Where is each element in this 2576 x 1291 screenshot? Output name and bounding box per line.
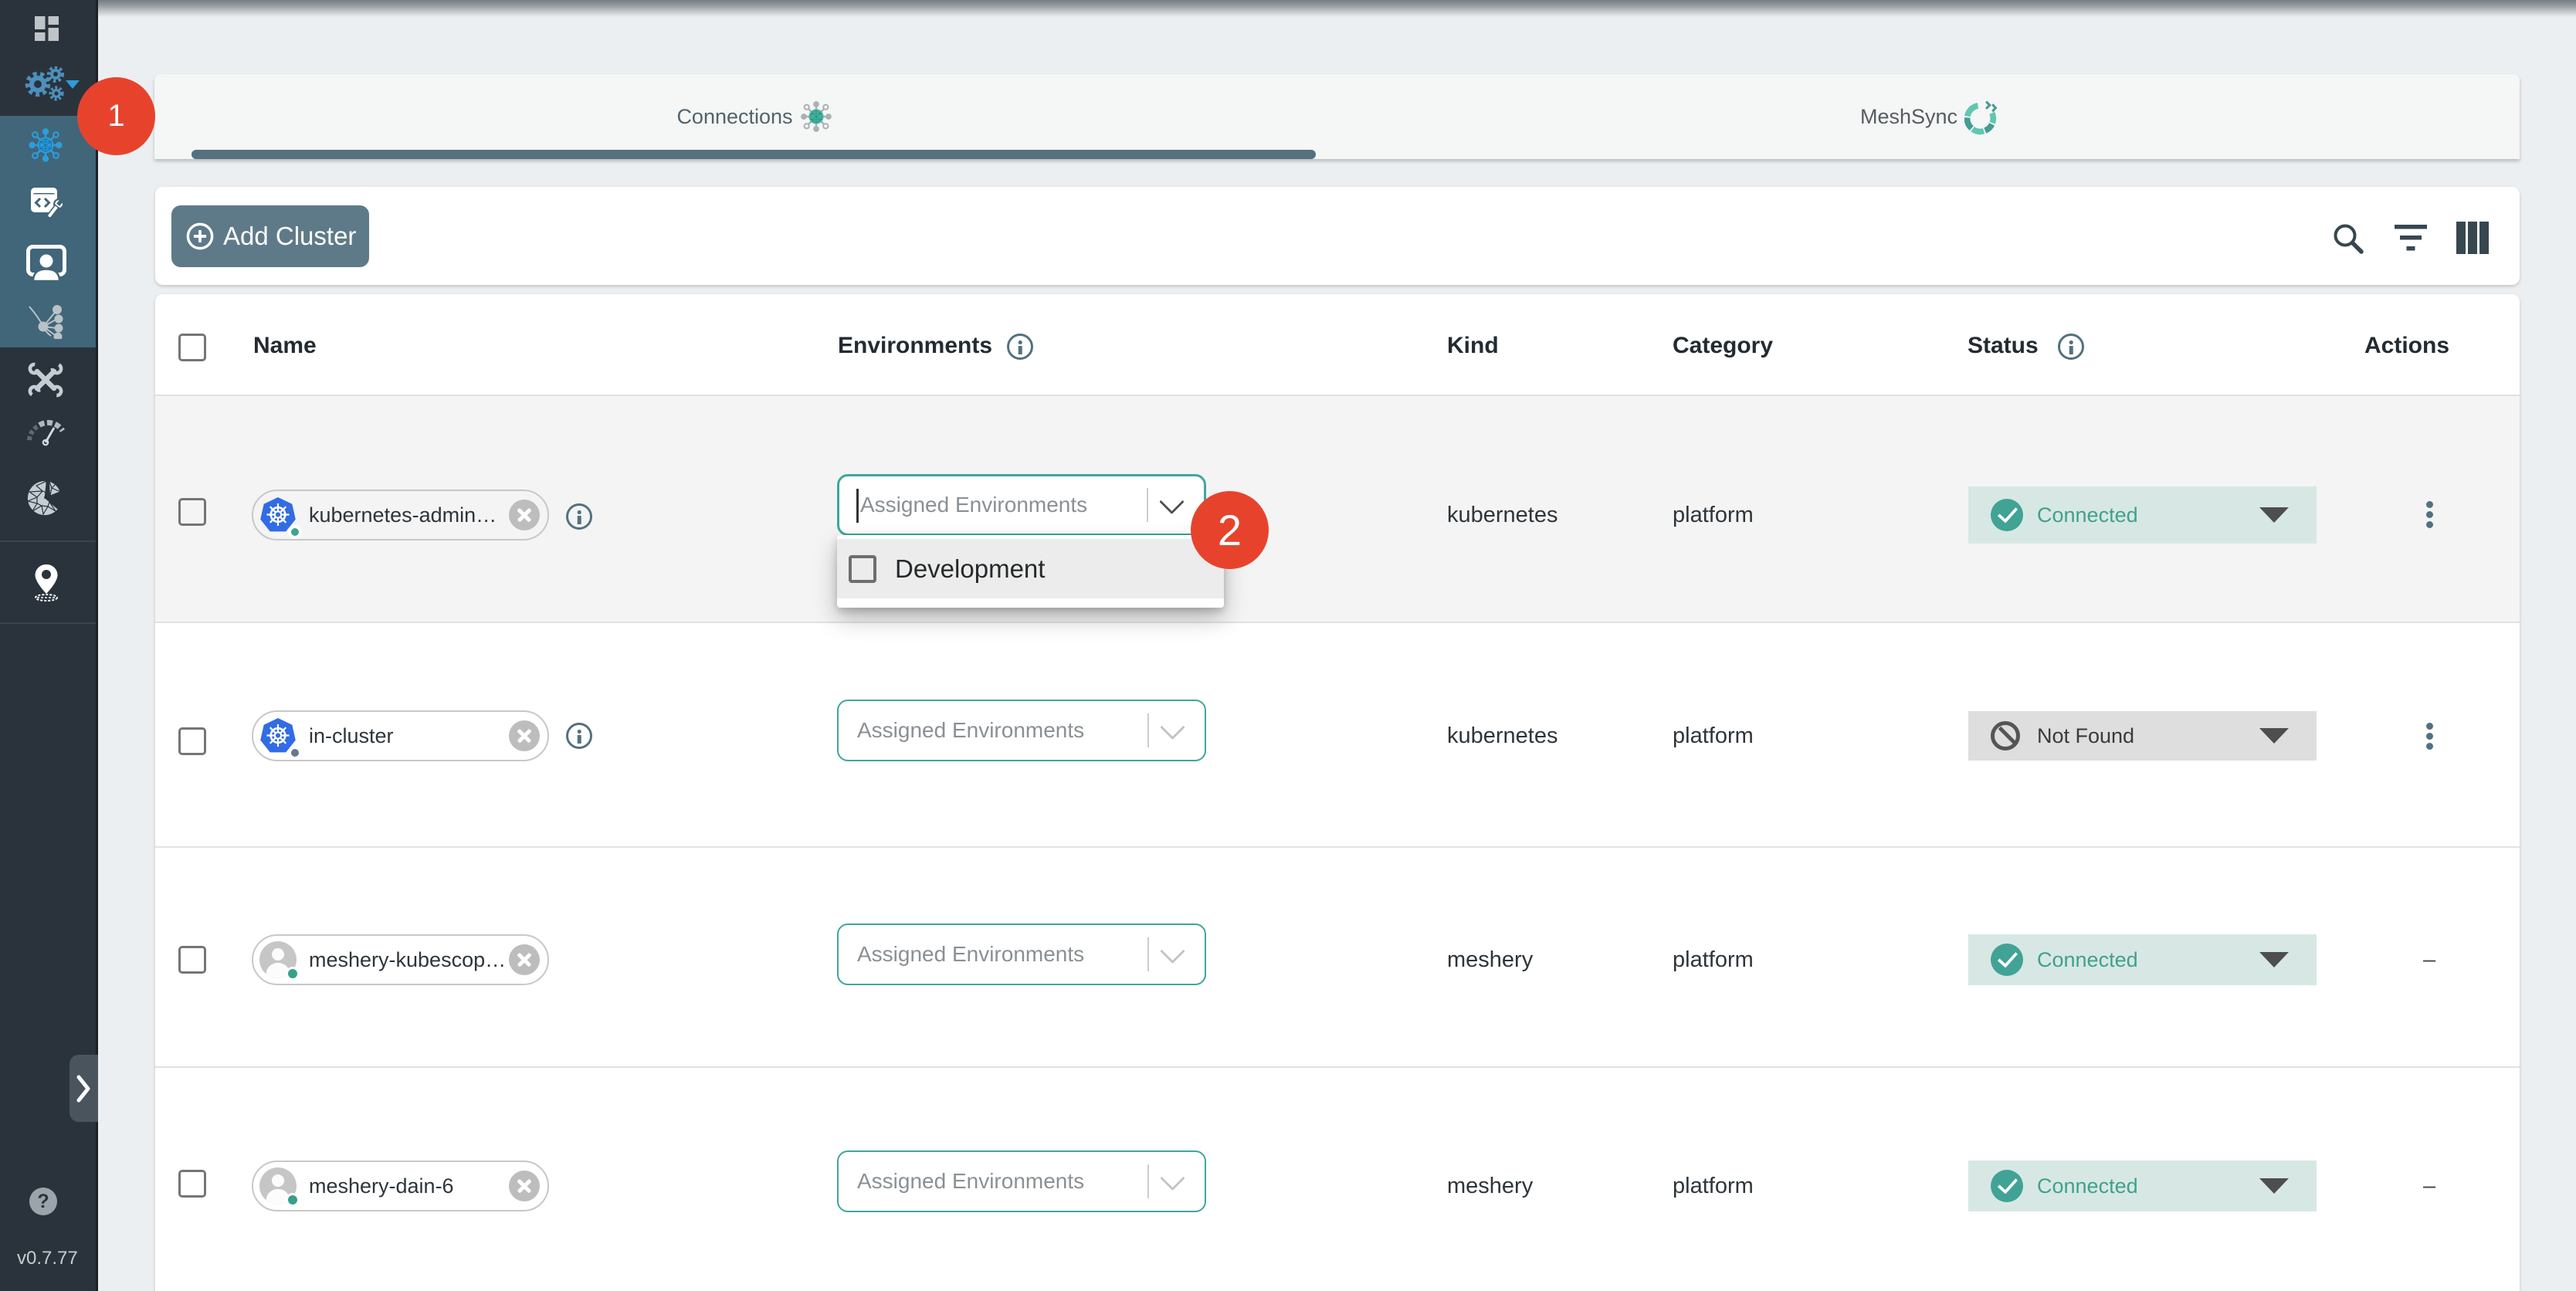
svg-text:?: ? bbox=[37, 1191, 49, 1212]
